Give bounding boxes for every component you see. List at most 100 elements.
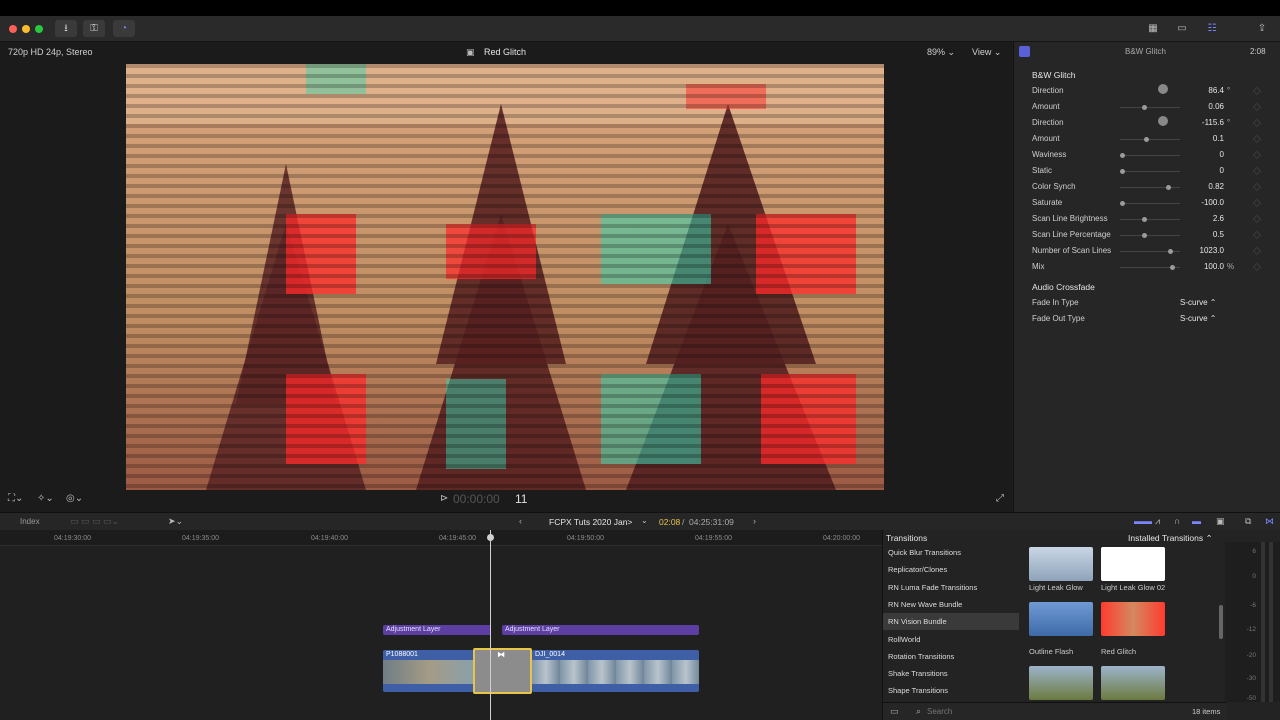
keyframe-icon[interactable] [1252,86,1262,96]
edit-buttons-icon[interactable]: ▭ ▭ ▭ ▭⌄ [70,516,119,527]
transition-thumb[interactable] [1029,666,1093,700]
keyframe-icon[interactable] [1252,166,1262,176]
param-value[interactable]: 0 [1186,166,1224,175]
inspector-icon[interactable]: ☷ [1202,20,1222,37]
speed-icon[interactable]: ◎⌄ [66,493,83,504]
close-window-button[interactable] [9,25,17,33]
transition-thumb[interactable] [1101,547,1165,581]
slider-knob[interactable] [1142,233,1148,238]
zoom-window-button[interactable] [35,25,43,33]
search-input[interactable] [927,705,1067,718]
param-value[interactable]: 0.82 [1186,182,1224,191]
effects-browser-icon[interactable]: ▣ [1216,516,1225,527]
slider-knob[interactable] [1167,249,1173,254]
enhance-icon[interactable]: ✧⌄ [37,493,54,504]
import-icon[interactable]: ⭳ [55,20,77,37]
minimize-window-button[interactable] [22,25,30,33]
audio-waveform-icon[interactable]: ⩘ [1155,516,1160,527]
param-value[interactable]: 0.5 [1186,230,1224,239]
transition-thumb[interactable] [1101,602,1165,636]
param-slider[interactable] [1120,105,1180,110]
clip-appearance-icon[interactable]: ▬▬ [1134,516,1152,526]
category-item[interactable]: Shake Transitions [883,665,1019,682]
background-tasks-icon[interactable]: ◔ [113,20,135,37]
category-item[interactable]: Shape Transitions [883,682,1019,699]
browser-scrollbar[interactable] [1219,605,1223,639]
transform-icon[interactable]: ⛶⌄ [8,493,23,504]
project-dropdown-icon[interactable]: ⌄ [641,516,648,525]
angle-dial[interactable] [1158,116,1168,126]
transition-thumb[interactable] [1029,602,1093,636]
fullscreen-icon[interactable]: ⤢ [996,493,1004,504]
transitions-browser-icon[interactable]: ⧉ [1245,516,1251,527]
video-clip[interactable]: DJI_0014 [532,650,699,692]
view-dropdown[interactable]: View ⌄ [972,47,1001,58]
index-button[interactable]: Index [20,517,40,526]
keyframe-icon[interactable] [1252,134,1262,144]
keyframe-icon[interactable] [1252,150,1262,160]
keyframe-icon[interactable] [1252,230,1262,240]
headphones-icon[interactable]: ∩ [1174,516,1180,526]
sidebar-toggle-icon[interactable]: ▭ [890,706,899,717]
timeline-ruler[interactable]: 04:19:30:00 04:19:35:00 04:19:40:00 04:1… [0,530,882,546]
share-icon[interactable]: ⇪ [1252,20,1272,37]
param-slider[interactable] [1120,233,1180,238]
keyframe-icon[interactable] [1252,246,1262,256]
param-slider[interactable] [1120,265,1180,270]
back-arrow-icon[interactable]: ‹ [519,516,522,526]
transition-thumb[interactable] [1029,547,1093,581]
angle-dial[interactable] [1158,84,1168,94]
param-slider[interactable] [1120,137,1180,142]
param-slider[interactable] [1120,169,1180,174]
slider-knob[interactable] [1170,265,1176,270]
fade-type-dropdown[interactable]: S-curve ⌃ [1180,298,1217,307]
adjustment-layer-clip[interactable]: Adjustment Layer [383,625,491,635]
slider-knob[interactable] [1120,153,1125,158]
skimming-icon[interactable]: ▬ [1192,516,1201,526]
keyframe-icon[interactable] [1252,198,1262,208]
slider-knob[interactable] [1120,201,1125,206]
keyframe-icon[interactable] [1252,214,1262,224]
category-item[interactable]: Replicator/Clones [883,561,1019,578]
param-slider[interactable] [1120,153,1180,158]
param-value[interactable]: 0.06 [1186,102,1224,111]
video-clip[interactable]: P1088001 [383,650,474,692]
param-value[interactable]: 86.4 [1186,86,1224,95]
category-item[interactable]: RN Luma Fade Transitions [883,579,1019,596]
param-value[interactable]: 1023.0 [1186,246,1224,255]
transitions-active-icon[interactable]: ⋈ [1265,516,1274,527]
param-slider[interactable] [1120,217,1180,222]
category-item[interactable]: RN Vision Bundle [883,613,1019,631]
playhead-handle[interactable] [487,534,494,541]
param-value[interactable]: -100.0 [1186,198,1224,207]
category-item[interactable]: RN New Wave Bundle [883,596,1019,613]
param-value[interactable]: 2.6 [1186,214,1224,223]
param-value[interactable]: 100.0 [1186,262,1224,271]
transition-red-glitch[interactable]: ⧓ [473,648,532,694]
slider-knob[interactable] [1165,185,1171,190]
transition-thumb[interactable] [1101,666,1165,700]
param-value[interactable]: 0.1 [1186,134,1224,143]
param-slider[interactable] [1120,201,1180,206]
keyframe-icon[interactable] [1252,262,1262,272]
slider-knob[interactable] [1143,137,1149,142]
project-name[interactable]: FCPX Tuts 2020 Jan> [549,517,632,527]
slider-knob[interactable] [1142,217,1148,222]
keyframe-icon[interactable] [1252,182,1262,192]
timeline-layout-icon[interactable]: ▭ [1172,20,1192,37]
param-slider[interactable] [1120,185,1180,190]
zoom-dropdown[interactable]: 89% ⌄ [927,47,955,58]
playhead[interactable] [487,530,494,720]
param-value[interactable]: -115.6 [1186,118,1224,127]
timeline-panel[interactable]: 04:19:30:00 04:19:35:00 04:19:40:00 04:1… [0,530,882,720]
slider-knob[interactable] [1120,169,1125,174]
category-item[interactable]: Quick Blur Transitions [883,544,1019,561]
param-slider[interactable] [1120,249,1180,254]
browser-layout-icon[interactable]: ▦ [1143,20,1163,37]
keyword-icon[interactable]: ⚿ [83,20,105,37]
keyframe-icon[interactable] [1252,118,1262,128]
keyframe-icon[interactable] [1252,102,1262,112]
forward-arrow-icon[interactable]: › [753,516,756,526]
video-frame[interactable] [126,64,884,490]
select-tool-icon[interactable]: ➤⌄ [168,516,183,527]
